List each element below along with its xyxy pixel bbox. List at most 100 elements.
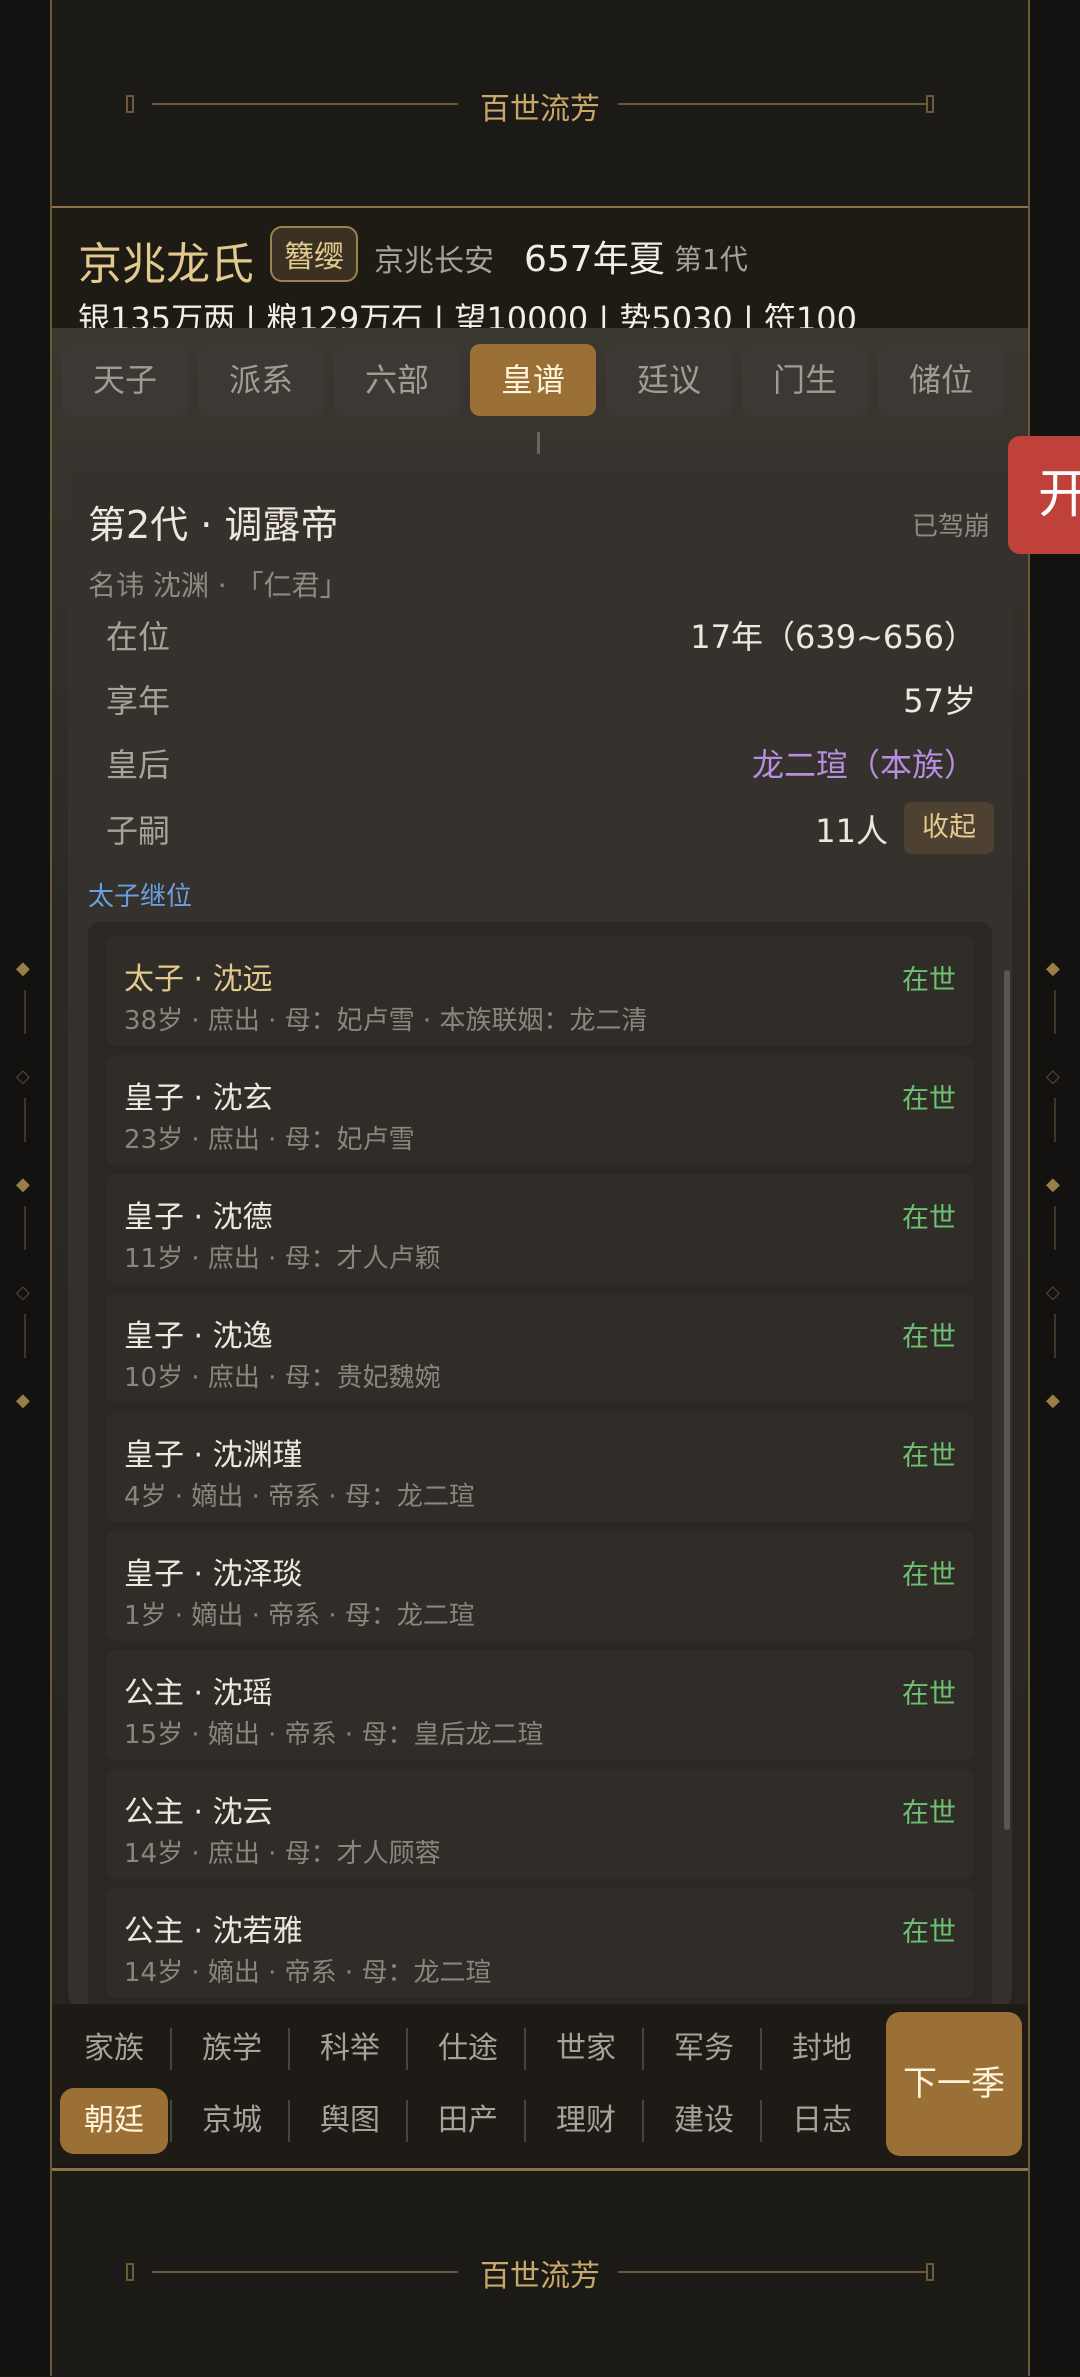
heir-succession-note: 太子继位: [88, 882, 193, 912]
nav-capital[interactable]: 京城: [182, 2092, 282, 2150]
child-detail: 4岁 · 嫡出 · 帝系 · 母：龙二瑄: [124, 1482, 475, 1512]
banner-cap: [926, 2263, 934, 2281]
tab-protege[interactable]: 门生: [742, 344, 868, 416]
tab-emperor[interactable]: 天子: [62, 344, 188, 416]
child-status: 在世: [902, 1203, 956, 1234]
scrollbar[interactable]: [1004, 970, 1010, 1830]
offspring-count: 11人: [815, 812, 888, 850]
court-panel: 天子 派系 六部 皇谱 廷议 门生 储位 第2代 · 调露帝 已驾崩 名讳 沈渊…: [52, 328, 1028, 2004]
top-banner: 百世流芳: [52, 0, 1028, 209]
timeline-marker: [537, 432, 540, 454]
list-item[interactable]: 皇子 · 沈玄 23岁 · 庶出 · 母：妃卢雪 在世: [106, 1055, 974, 1165]
child-name: 公主 · 沈若雅: [124, 1914, 303, 1949]
child-status: 在世: [902, 1798, 956, 1829]
nav-career[interactable]: 仕途: [418, 2020, 518, 2078]
next-season-button[interactable]: 下一季: [886, 2012, 1022, 2156]
hollow-diamond-ornament-icon: ◇: [1046, 1282, 1060, 1303]
nav-fief[interactable]: 封地: [772, 2020, 872, 2078]
hollow-diamond-ornament-icon: ◇: [16, 1282, 30, 1303]
list-item[interactable]: 公主 · 沈瑶 15岁 · 嫡出 · 帝系 · 母：皇后龙二瑄 在世: [106, 1650, 974, 1760]
nav-separator: [170, 2028, 172, 2070]
list-item[interactable]: 皇子 · 沈泽琰 1岁 · 嫡出 · 帝系 · 母：龙二瑄 在世: [106, 1531, 974, 1641]
banner-line: [618, 2271, 928, 2273]
nav-estates[interactable]: 田产: [418, 2092, 518, 2150]
banner-title: 百世流芳: [480, 2259, 600, 2294]
clan-location: 京兆长安: [374, 244, 494, 279]
nav-finance[interactable]: 理财: [536, 2092, 636, 2150]
child-detail: 10岁 · 庶出 · 母：贵妃魏婉: [124, 1363, 441, 1393]
child-detail: 1岁 · 嫡出 · 帝系 · 母：龙二瑄: [124, 1601, 475, 1631]
reign-value: 17年（639~656）: [690, 618, 976, 656]
tab-factions[interactable]: 派系: [198, 344, 324, 416]
reign-label: 在位: [106, 618, 171, 656]
diamond-ornament-icon: ◆: [16, 1390, 30, 1411]
ornament-line: [24, 1206, 26, 1250]
bottom-banner: 百世流芳: [52, 2168, 1028, 2377]
nav-noble-houses[interactable]: 世家: [536, 2020, 636, 2078]
child-name: 公主 · 沈云: [124, 1795, 273, 1830]
child-detail: 11岁 · 庶出 · 母：才人卢颖: [124, 1244, 441, 1274]
nav-separator: [170, 2100, 172, 2142]
nav-log[interactable]: 日志: [772, 2092, 872, 2150]
child-name: 皇子 · 沈玄: [124, 1081, 273, 1116]
child-detail: 14岁 · 嫡出 · 帝系 · 母：龙二瑄: [124, 1958, 492, 1988]
ornament-line: [1054, 1206, 1056, 1250]
child-detail: 15岁 · 嫡出 · 帝系 · 母：皇后龙二瑄: [124, 1720, 544, 1750]
ornament-line: [24, 1098, 26, 1142]
nav-family[interactable]: 家族: [64, 2020, 164, 2078]
child-status: 在世: [902, 1560, 956, 1591]
list-item[interactable]: 皇子 · 沈渊瑾 4岁 · 嫡出 · 帝系 · 母：龙二瑄 在世: [106, 1412, 974, 1522]
ornament-line: [24, 1314, 26, 1358]
tab-ministries[interactable]: 六部: [334, 344, 460, 416]
nav-map[interactable]: 舆图: [300, 2092, 400, 2150]
child-detail: 14岁 · 庶出 · 母：才人顾蓉: [124, 1839, 441, 1869]
empress-value[interactable]: 龙二瑄（本族）: [752, 740, 976, 786]
tab-court-debate[interactable]: 廷议: [606, 344, 732, 416]
list-item[interactable]: 皇子 · 沈逸 10岁 · 庶出 · 母：贵妃魏婉 在世: [106, 1293, 974, 1403]
tab-succession[interactable]: 储位: [878, 344, 1004, 416]
child-name: 皇子 · 沈德: [124, 1200, 273, 1235]
ornament-line: [1054, 990, 1056, 1034]
child-status: 在世: [902, 1322, 956, 1353]
side-open-button[interactable]: 开: [1008, 436, 1080, 554]
offspring-label: 子嗣: [106, 812, 171, 850]
empress-label: 皇后: [106, 746, 171, 784]
ornament-line: [24, 990, 26, 1034]
list-item[interactable]: 皇子 · 沈德 11岁 · 庶出 · 母：才人卢颖 在世: [106, 1174, 974, 1284]
child-status: 在世: [902, 1679, 956, 1710]
child-name: 皇子 · 沈逸: [124, 1319, 273, 1354]
clan-name: 京兆龙氏: [78, 239, 254, 290]
nav-court[interactable]: 朝廷: [60, 2088, 168, 2154]
nav-military[interactable]: 军务: [654, 2020, 754, 2078]
nav-separator: [524, 2028, 526, 2070]
diamond-ornament-icon: ◆: [16, 958, 30, 979]
list-item[interactable]: 公主 · 沈若雅 14岁 · 嫡出 · 帝系 · 母：龙二瑄 在世: [106, 1888, 974, 1998]
child-status: 在世: [902, 1084, 956, 1115]
child-name: 太子 · 沈远: [124, 962, 273, 997]
diamond-ornament-icon: ◆: [1046, 1390, 1060, 1411]
nav-separator: [524, 2100, 526, 2142]
banner-title: 百世流芳: [480, 92, 600, 127]
nav-separator: [642, 2028, 644, 2070]
ornament-line: [1054, 1314, 1056, 1358]
clan-header: 京兆龙氏 簪缨 京兆长安 657年夏 第1代 银135万两 | 粮129万石 |…: [52, 208, 1028, 338]
nav-construction[interactable]: 建设: [654, 2092, 754, 2150]
nav-separator: [642, 2100, 644, 2142]
collapse-button[interactable]: 收起: [904, 802, 994, 854]
child-name: 皇子 · 沈泽琰: [124, 1557, 303, 1592]
nav-separator: [760, 2028, 762, 2070]
nav-exam[interactable]: 科举: [300, 2020, 400, 2078]
child-status: 在世: [902, 965, 956, 996]
nav-clan-school[interactable]: 族学: [182, 2020, 282, 2078]
clan-rank-badge: 簪缨: [270, 226, 358, 282]
nav-separator: [288, 2100, 290, 2142]
emperor-name-subtitle: 名讳 沈渊 · 「仁君」: [88, 569, 348, 602]
list-item[interactable]: 太子 · 沈远 38岁 · 庶出 · 母：妃卢雪 · 本族联姻：龙二清 在世: [106, 936, 974, 1046]
diamond-ornament-icon: ◆: [16, 1174, 30, 1195]
bottom-navigation: 家族 族学 科举 仕途 世家 军务 封地 朝廷 京城 舆图 田产 理财 建设 日…: [52, 2004, 1028, 2166]
emperor-status: 已驾崩: [911, 512, 990, 542]
tab-imperial-genealogy[interactable]: 皇谱: [470, 344, 596, 416]
child-name: 皇子 · 沈渊瑾: [124, 1438, 303, 1473]
children-list: 太子 · 沈远 38岁 · 庶出 · 母：妃卢雪 · 本族联姻：龙二清 在世 皇…: [88, 922, 992, 2004]
list-item[interactable]: 公主 · 沈云 14岁 · 庶出 · 母：才人顾蓉 在世: [106, 1769, 974, 1879]
